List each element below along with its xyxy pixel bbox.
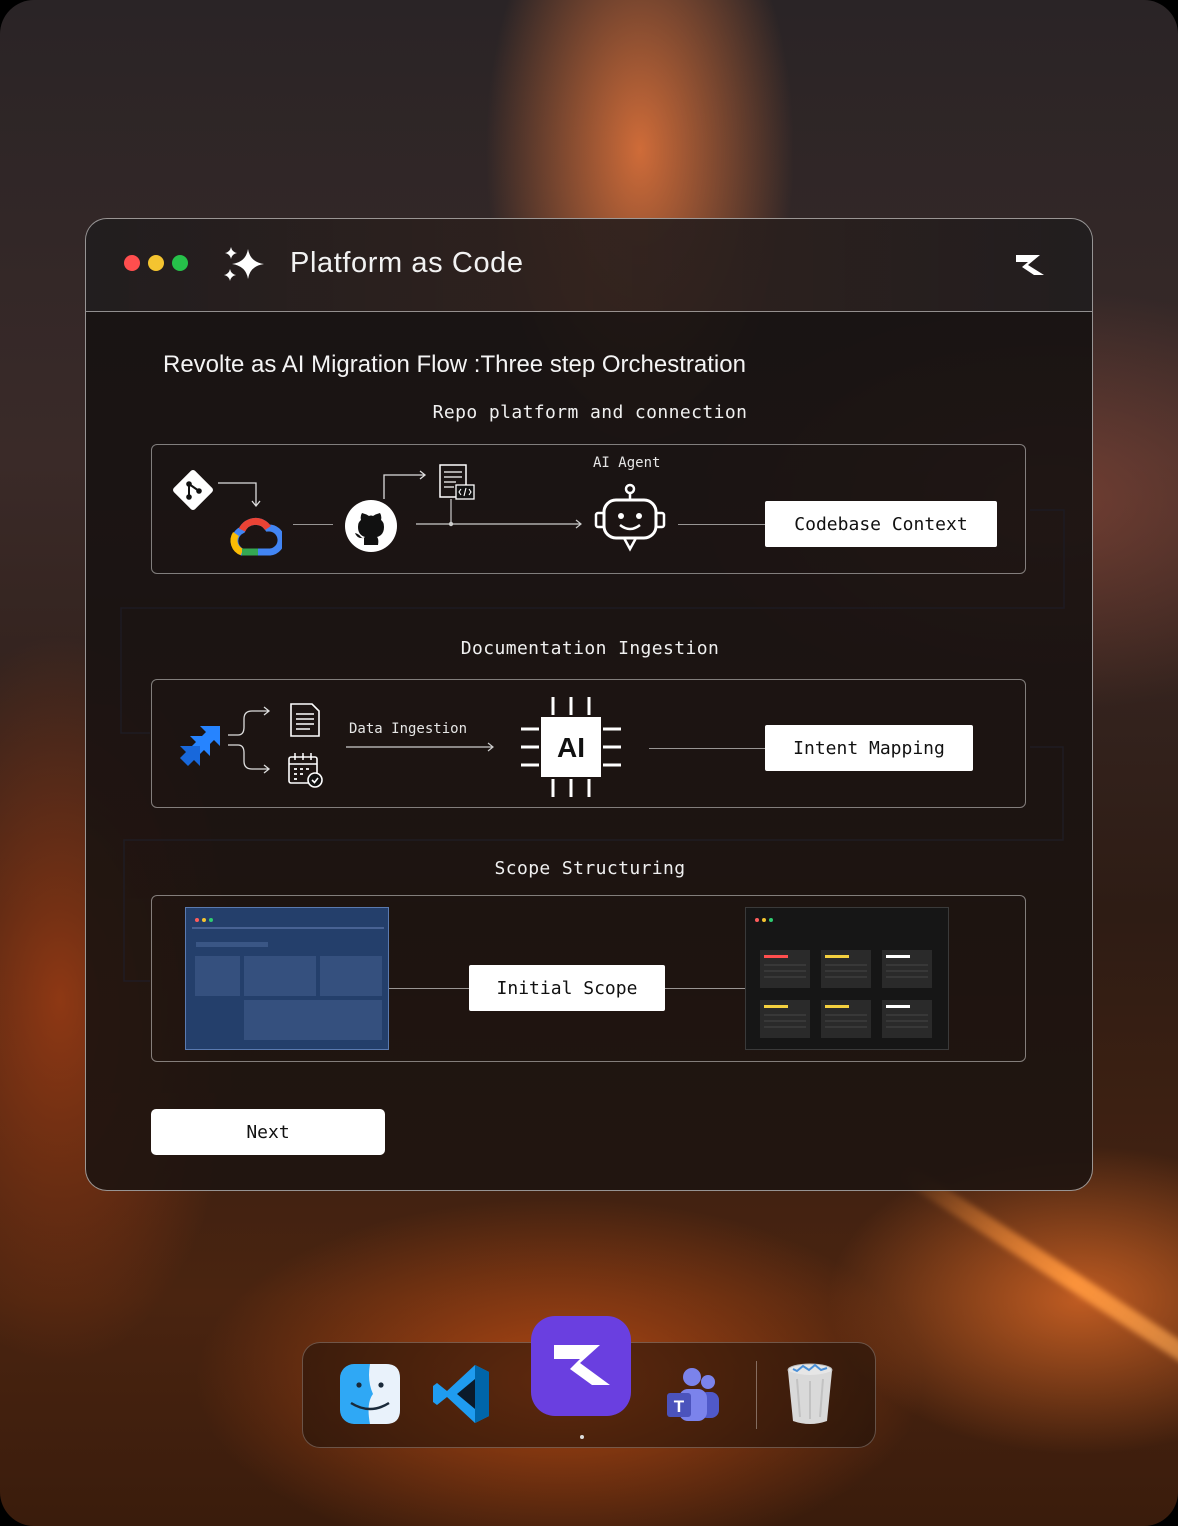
desktop-background: Platform as Code Revolte as AI Migration… (0, 0, 1178, 1526)
running-app-indicator (580, 1435, 584, 1439)
maximize-window-button[interactable] (172, 255, 188, 271)
window-title: Platform as Code (290, 247, 524, 279)
sparkle-icon (224, 247, 264, 281)
next-button[interactable]: Next (151, 1109, 385, 1155)
ai-to-intent-line (649, 748, 765, 749)
robot-agent-icon[interactable] (594, 483, 666, 555)
target-screen-preview[interactable] (745, 907, 949, 1050)
jira-icon[interactable] (176, 724, 222, 768)
vscode-icon[interactable] (431, 1363, 493, 1425)
source-to-scope-line (389, 988, 469, 989)
github-icon[interactable] (344, 499, 398, 553)
ai-chip-icon[interactable]: AI (519, 695, 623, 799)
minimize-window-button[interactable] (148, 255, 164, 271)
step-label-scope: Scope Structuring (494, 858, 686, 879)
git-icon[interactable] (168, 465, 218, 515)
agent-to-context-line (678, 524, 765, 525)
initial-scope-output[interactable]: Initial Scope (469, 965, 665, 1011)
data-ingestion-arrow (346, 742, 494, 752)
app-window: Platform as Code Revolte as AI Migration… (85, 218, 1093, 1191)
arrow-line (293, 524, 333, 525)
step-label-docs: Documentation Ingestion (460, 638, 720, 659)
page-heading: Revolte as AI Migration Flow :Three step… (163, 351, 746, 378)
finder-icon[interactable] (339, 1363, 401, 1425)
window-titlebar: Platform as Code (86, 219, 1092, 312)
data-ingestion-label: Data Ingestion (349, 721, 468, 737)
teams-icon[interactable]: T (663, 1365, 723, 1425)
git-branch-arrow-icon (218, 482, 261, 508)
ai-chip-text: AI (557, 732, 585, 763)
revolte-logo-icon (1016, 255, 1044, 275)
dock: T (302, 1316, 876, 1448)
step-label-repo: Repo platform and connection (432, 402, 748, 423)
revolte-app-icon[interactable] (530, 1315, 632, 1417)
intent-mapping-output[interactable]: Intent Mapping (765, 725, 973, 771)
close-window-button[interactable] (124, 255, 140, 271)
code-document-icon (439, 464, 475, 500)
target-screen-mockup (755, 918, 932, 1038)
calendar-check-icon (288, 753, 323, 788)
google-cloud-icon[interactable] (228, 514, 282, 558)
dock-separator (756, 1361, 757, 1429)
source-screen-mockup (192, 918, 384, 1040)
document-icon (290, 703, 320, 737)
flow-arrow-to-agent (416, 499, 582, 529)
branch-split-arrows-icon (228, 706, 271, 774)
teams-letter: T (674, 1397, 685, 1416)
trash-icon[interactable] (785, 1361, 835, 1427)
source-screen-preview[interactable] (185, 907, 389, 1050)
wallpaper-light-streak (895, 1161, 1178, 1406)
ai-agent-label: AI Agent (593, 455, 661, 471)
scope-to-target-line (665, 988, 745, 989)
codebase-context-output[interactable]: Codebase Context (765, 501, 997, 547)
arrow-up-right-icon (383, 470, 427, 499)
